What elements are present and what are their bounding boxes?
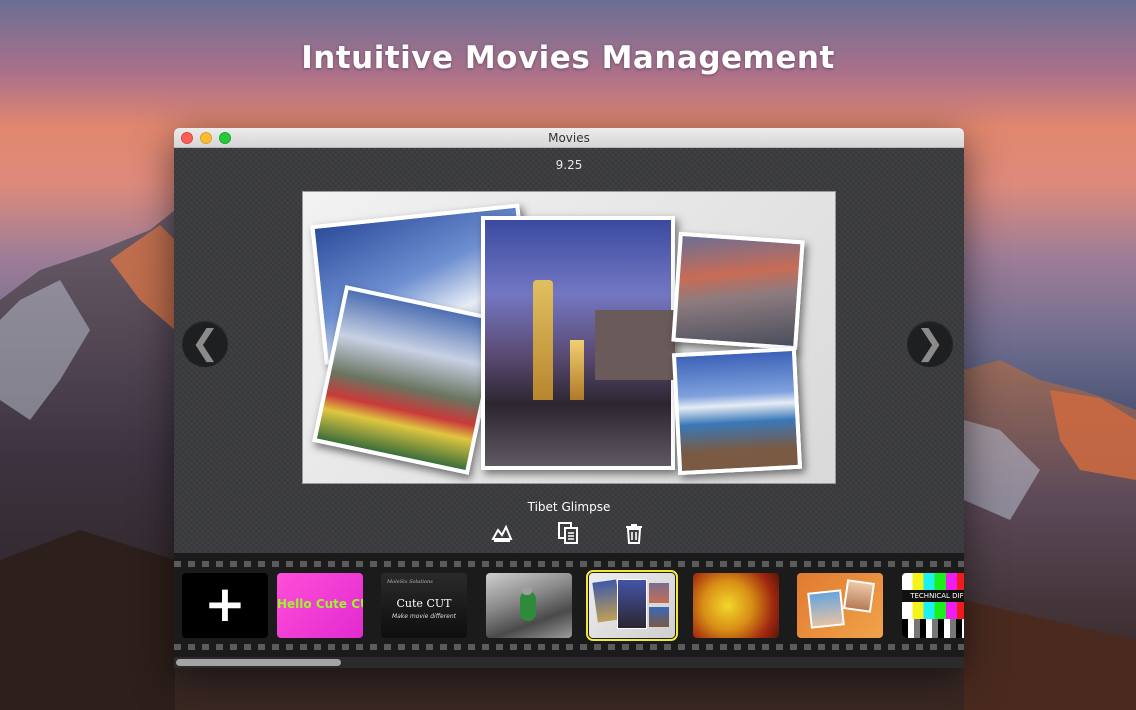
movie-thumb-parrot[interactable] [486, 573, 572, 638]
thumb-label: TECHNICAL DIFFICU [902, 590, 964, 602]
movie-actions [174, 521, 964, 547]
window-title: Movies [548, 131, 590, 145]
filmstrip-scrollbar[interactable] [174, 657, 964, 668]
thumb-subtitle: Make movie different [391, 613, 457, 620]
filmstrip-perforations-top [174, 561, 964, 567]
previous-movie-button[interactable]: ❮ [182, 321, 228, 367]
version-label: 9.25 [555, 158, 583, 172]
next-movie-button[interactable]: ❯ [907, 321, 953, 367]
add-movie-button[interactable]: + [182, 573, 268, 638]
thumb-title: Cute CUT [396, 597, 452, 610]
movie-thumb-tibet-glimpse[interactable] [586, 570, 678, 641]
collage-photo-sunset-peak [671, 231, 805, 351]
movie-thumb-baby-collage[interactable] [797, 573, 883, 638]
plus-icon: + [204, 575, 246, 633]
movies-window: Movies 9.25 ❮ ❯ Tibet Glimpse + Hello Cu… [174, 128, 964, 668]
movie-thumb-hello-cute-cut[interactable]: Hello Cute CUT [277, 573, 363, 638]
filmstrip-perforations-bottom [174, 644, 964, 650]
delete-movie-icon[interactable] [622, 521, 646, 545]
collage-photo-prayer-flags [312, 285, 502, 475]
movie-filmstrip[interactable]: + Hello Cute CUT MoleSix Solutions Cute … [174, 553, 964, 657]
movie-preview[interactable] [302, 191, 836, 484]
movie-thumb-technical-difficulties[interactable]: TECHNICAL DIFFICU [902, 573, 964, 638]
title-bar: Movies [174, 128, 964, 148]
filmstrip-scrollbar-thumb[interactable] [176, 659, 341, 666]
collage-photo-night-pagoda [481, 216, 675, 470]
edit-movie-icon[interactable] [490, 521, 514, 545]
current-movie-title: Tibet Glimpse [527, 500, 611, 514]
movie-thumb-yellow-decor[interactable] [693, 573, 779, 638]
thumb-brand: MoleSix Solutions [387, 579, 433, 585]
duplicate-movie-icon[interactable] [556, 521, 580, 545]
collage-photo-lake [671, 346, 803, 476]
movie-thumb-cute-cut[interactable]: MoleSix Solutions Cute CUT Make movie di… [381, 573, 467, 638]
thumb-label: Hello Cute CUT [277, 597, 363, 611]
headline: Intuitive Movies Management [301, 40, 835, 76]
